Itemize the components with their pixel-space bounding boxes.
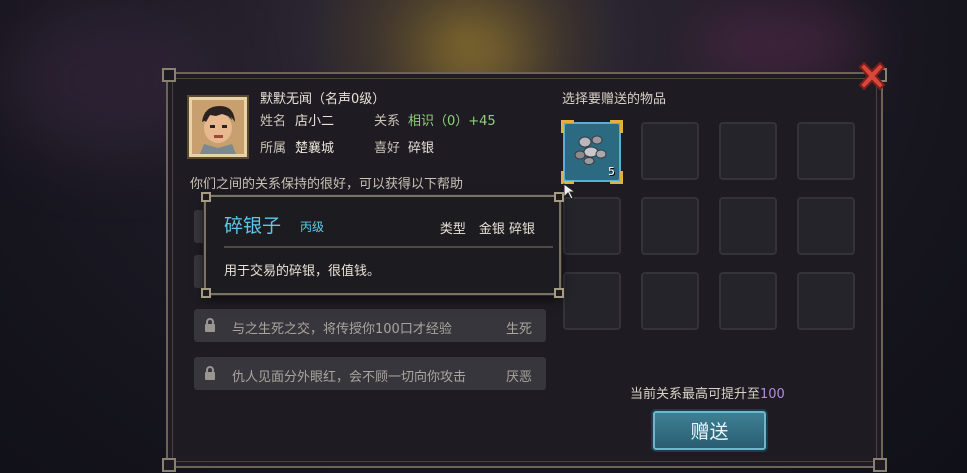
benefit-card: 仇人见面分外眼红，会不顾一切向你攻击 厌恶 — [194, 357, 546, 390]
inventory-slot-empty[interactable] — [641, 197, 699, 255]
benefit-card: 与之生死之交，将传授你100口才经验 生死 — [194, 309, 546, 342]
close-button[interactable] — [854, 58, 890, 94]
inventory-slot-empty[interactable] — [641, 272, 699, 330]
item-count: 5 — [608, 165, 615, 178]
benefit-desc: 与之生死之交，将传授你100口才经验 — [232, 322, 452, 337]
inventory-slot-empty[interactable] — [641, 122, 699, 180]
max-relation-label: 当前关系最高可提升至 — [630, 387, 761, 402]
inventory-slot-empty[interactable] — [797, 122, 855, 180]
hobby-label: 喜好 — [374, 141, 401, 156]
tooltip-item-type: 类型 金银 碎银 — [439, 222, 535, 237]
max-relation-value: 100 — [760, 387, 785, 402]
lock-icon — [205, 318, 215, 332]
item-tooltip: 碎银子 丙级 类型 金银 碎银 用于交易的碎银，很值钱。 — [201, 192, 564, 298]
gift-panel-title: 选择要赠送的物品 — [562, 92, 667, 107]
relation-label: 关系 — [374, 114, 401, 129]
tooltip-item-grade: 丙级 — [300, 220, 325, 234]
frame-corner — [162, 458, 176, 472]
faction-label: 所属 — [260, 141, 287, 156]
mouse-pointer-icon — [563, 183, 577, 200]
help-intro: 你们之间的关系保持的很好，可以获得以下帮助 — [190, 177, 464, 192]
lock-icon — [205, 366, 215, 380]
relation-value: 相识（0）+45 — [408, 114, 496, 129]
tooltip-item-name: 碎银子 — [224, 215, 282, 237]
npc-name: 店小二 — [295, 114, 335, 129]
benefit-desc: 仇人见面分外眼红，会不顾一切向你攻击 — [232, 370, 467, 385]
silver-pieces-icon — [574, 135, 607, 165]
benefit-tag: 厌恶 — [505, 370, 532, 385]
gift-button[interactable]: 赠送 — [653, 411, 766, 450]
inventory-slot-empty[interactable] — [797, 197, 855, 255]
close-x-icon — [858, 61, 886, 91]
frame-corner — [162, 68, 176, 82]
npc-fame-title: 默默无闻（名声0级） — [260, 92, 386, 107]
item-slot-silver[interactable]: 5 — [561, 120, 623, 184]
name-label: 姓名 — [260, 114, 287, 129]
tooltip-divider — [224, 246, 553, 248]
inventory-slot-empty[interactable] — [563, 272, 621, 330]
npc-portrait — [189, 97, 247, 157]
inventory-slot-empty[interactable] — [797, 272, 855, 330]
frame-corner — [873, 458, 887, 472]
benefit-tag: 生死 — [505, 322, 532, 337]
npc-avatar-icon — [192, 100, 244, 154]
inventory-slot-empty[interactable] — [719, 122, 777, 180]
npc-faction: 楚襄城 — [295, 141, 335, 156]
npc-hobby: 碎银 — [408, 141, 435, 156]
max-relation-text: 当前关系最高可提升至100 — [630, 387, 785, 403]
inventory-slot-empty[interactable] — [563, 197, 621, 255]
inventory-slot-empty[interactable] — [719, 197, 777, 255]
inventory-slot-empty[interactable] — [719, 272, 777, 330]
tooltip-item-desc: 用于交易的碎银，很值钱。 — [224, 264, 381, 279]
